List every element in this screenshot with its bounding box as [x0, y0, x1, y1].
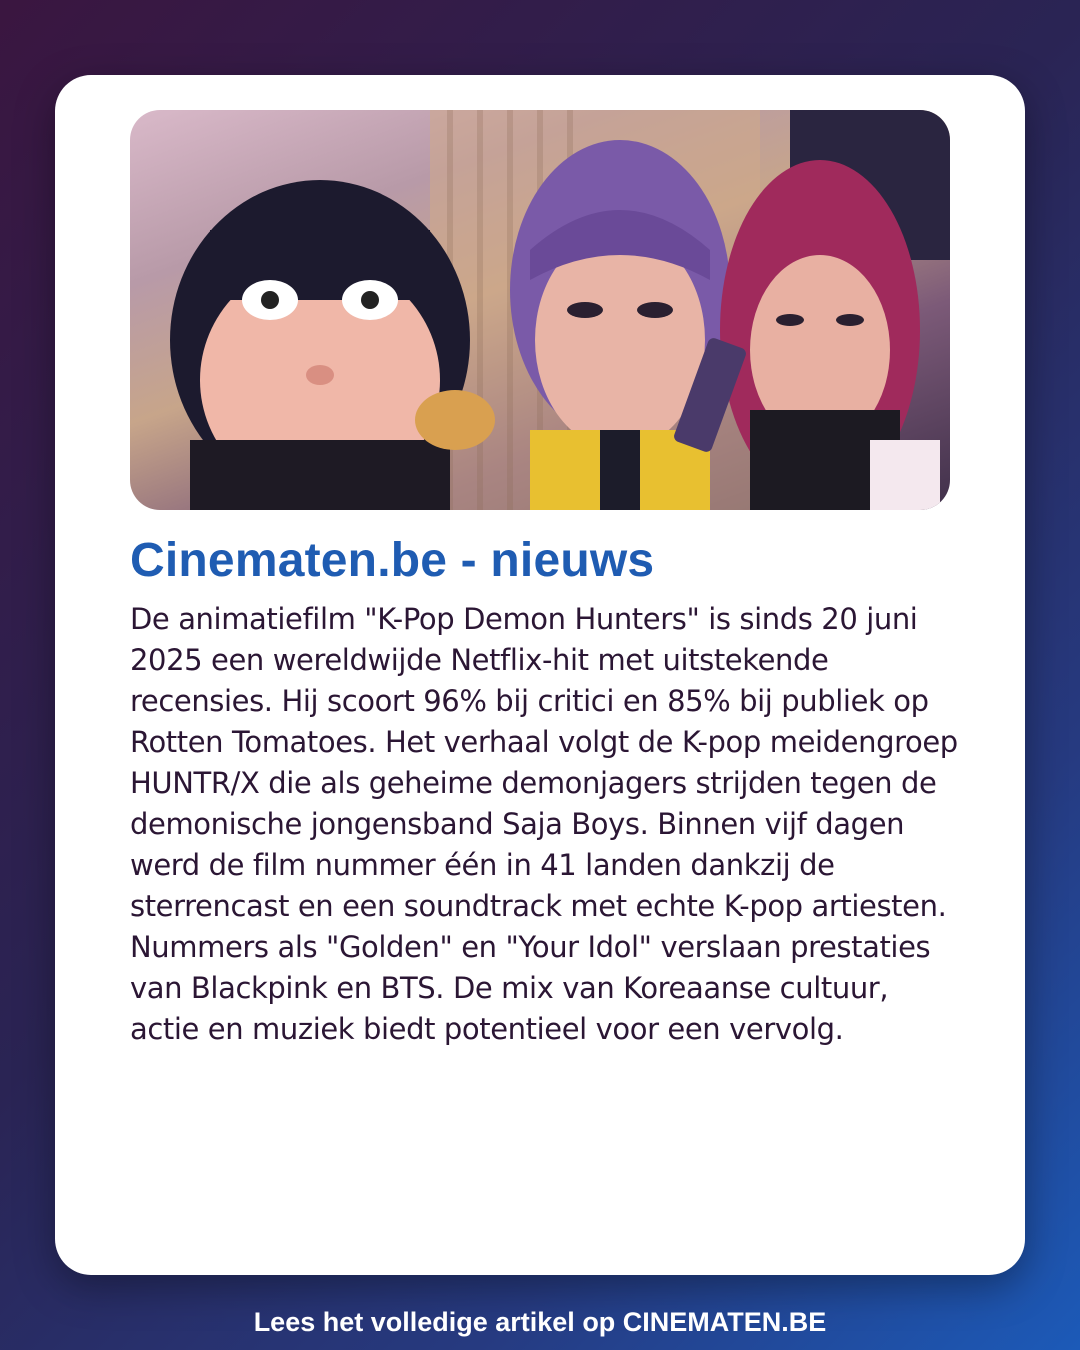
- read-more-link[interactable]: Lees het volledige artikel op CINEMATEN.…: [0, 1307, 1080, 1338]
- news-card: Cinematen.be - nieuws De animatiefilm "K…: [55, 75, 1025, 1275]
- hero-illustration: [170, 110, 950, 510]
- source-title: Cinematen.be - nieuws: [130, 534, 655, 587]
- article-body: De animatiefilm "K-Pop Demon Hunters" is…: [130, 602, 958, 1046]
- article-image[interactable]: [130, 110, 950, 510]
